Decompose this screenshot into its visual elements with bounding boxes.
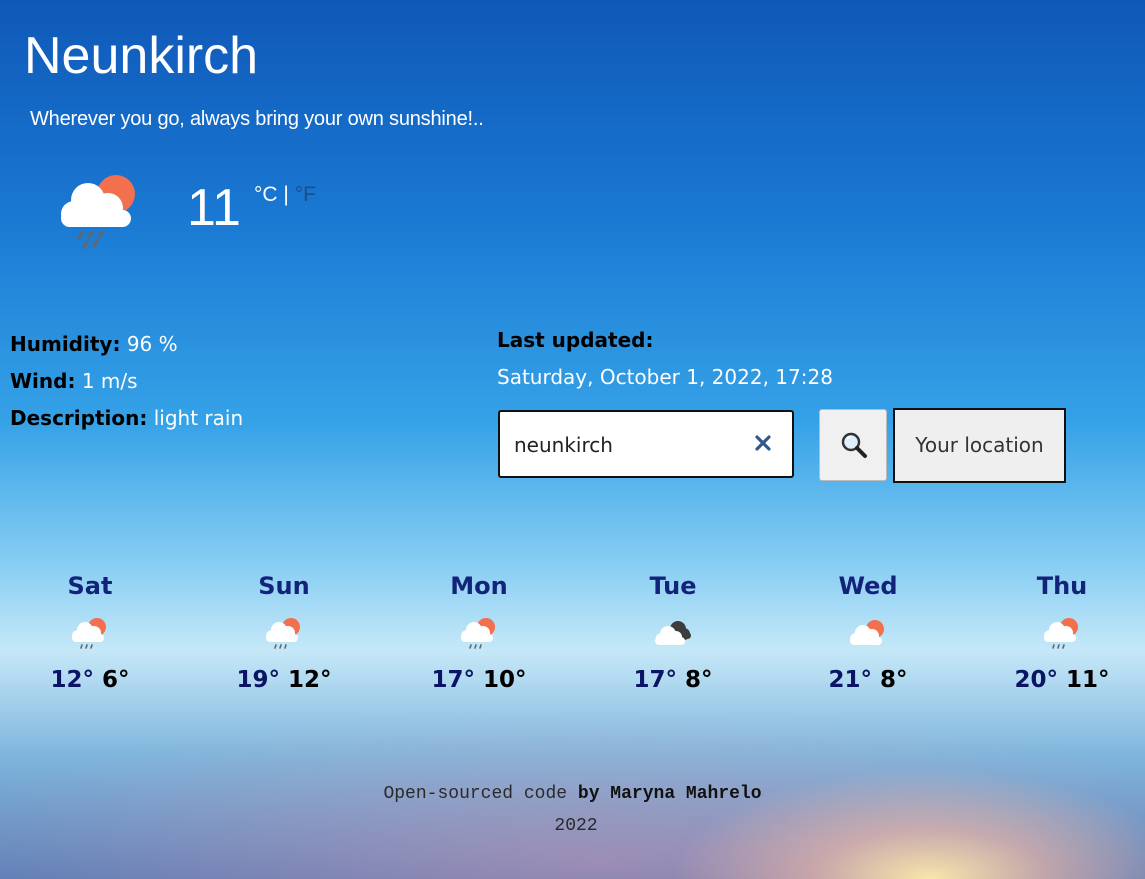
forecast-day: Mon 17° 10°	[409, 570, 549, 695]
forecast: Sat 12° 6° Sun 19° 12° Mon 17° 10° Tue 1…	[0, 570, 1145, 710]
last-updated-value: Saturday, October 1, 2022, 17:28	[497, 365, 833, 389]
cloud-sun-rain-icon	[56, 170, 142, 254]
wind-row: Wind: 1 m/s	[10, 363, 243, 400]
last-updated-label: Last updated:	[497, 328, 654, 352]
cloud-sun-rain-icon	[266, 618, 300, 649]
forecast-temps: 17° 8°	[603, 665, 743, 695]
forecast-day: Thu 20° 11°	[992, 570, 1132, 695]
forecast-low: 8°	[880, 667, 908, 693]
author-credit: by Maryna Mahrelo	[577, 784, 762, 804]
humidity-value: 96 %	[126, 332, 178, 356]
forecast-temps: 19° 12°	[214, 665, 354, 695]
forecast-low: 12°	[288, 667, 332, 693]
forecast-day: Sun 19° 12°	[214, 570, 354, 695]
magnifier-icon	[841, 432, 867, 458]
forecast-high: 21°	[828, 667, 872, 693]
forecast-high: 17°	[633, 667, 677, 693]
description-value: light rain	[153, 406, 244, 430]
forecast-high: 19°	[236, 667, 280, 693]
forecast-day-name: Tue	[649, 572, 697, 600]
cloud-sun-rain-icon	[72, 618, 106, 649]
forecast-high: 12°	[50, 667, 94, 693]
description-row: Description: light rain	[10, 400, 243, 437]
search-input[interactable]	[514, 426, 744, 464]
forecast-day-name: Mon	[450, 572, 508, 600]
search-button[interactable]	[819, 409, 887, 481]
forecast-low: 8°	[685, 667, 713, 693]
forecast-day: Wed 21° 8°	[798, 570, 938, 695]
cloud-sun-rain-icon	[1044, 618, 1078, 649]
forecast-high: 17°	[431, 667, 475, 693]
unit-switcher: °C | °F	[254, 183, 316, 207]
footer-credit: Open-sourced code by Maryna Mahrelo	[0, 782, 1145, 806]
forecast-day-name: Sat	[67, 572, 113, 600]
wind-value: 1 m/s	[81, 369, 138, 393]
current-temperature: 11	[187, 179, 241, 237]
forecast-day-name: Wed	[838, 572, 898, 600]
forecast-low: 10°	[483, 667, 527, 693]
search-field	[498, 410, 794, 478]
clouds-icon	[655, 621, 691, 645]
forecast-day-name: Thu	[1036, 572, 1088, 600]
fahrenheit-link[interactable]: °F	[295, 183, 316, 206]
tagline: Wherever you go, always bring your own s…	[30, 108, 484, 130]
forecast-temps: 12° 6°	[20, 665, 160, 695]
forecast-day: Sat 12° 6°	[20, 570, 160, 695]
forecast-day-name: Sun	[258, 572, 310, 600]
weather-details: Humidity: 96 % Wind: 1 m/s Description: …	[10, 326, 243, 437]
cloud-sun-icon	[850, 620, 884, 645]
open-source-link[interactable]: Open-sourced code	[383, 784, 567, 804]
celsius-link[interactable]: °C	[254, 183, 278, 206]
forecast-low: 11°	[1066, 667, 1110, 693]
forecast-temps: 21° 8°	[798, 665, 938, 695]
city-name: Neunkirch	[24, 27, 259, 85]
clear-icon[interactable]	[752, 432, 774, 454]
humidity-label: Humidity:	[10, 332, 121, 356]
footer-year: 2022	[554, 816, 598, 836]
your-location-button[interactable]: Your location	[893, 408, 1066, 483]
forecast-day: Tue 17° 8°	[603, 570, 743, 695]
unit-separator: |	[283, 183, 289, 206]
forecast-high: 20°	[1014, 667, 1058, 693]
cloud-sun-rain-icon	[461, 618, 495, 649]
forecast-temps: 17° 10°	[409, 665, 549, 695]
forecast-low: 6°	[102, 667, 130, 693]
humidity-row: Humidity: 96 %	[10, 326, 243, 363]
wind-label: Wind:	[10, 369, 76, 393]
forecast-temps: 20° 11°	[992, 665, 1132, 695]
description-label: Description:	[10, 406, 148, 430]
